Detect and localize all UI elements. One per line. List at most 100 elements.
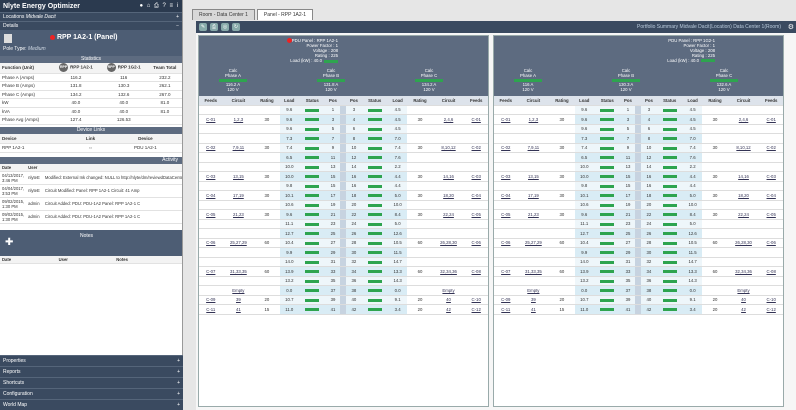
nav-world-map[interactable]: World Map + bbox=[0, 399, 183, 410]
feed-link[interactable]: C-04 bbox=[767, 193, 776, 198]
circuit-link[interactable]: 31,33,35 bbox=[230, 269, 247, 274]
nav-shortcuts[interactable]: Shortcuts + bbox=[0, 377, 183, 388]
feed-row: Empty 0.0 37 38 0.0 Empty bbox=[494, 285, 783, 296]
circuit-link[interactable]: 1,2,3 bbox=[234, 117, 244, 122]
circuit-link[interactable]: 14,16 bbox=[738, 174, 749, 179]
nav-configuration[interactable]: Configuration + bbox=[0, 388, 183, 399]
feed-link[interactable]: C-09 bbox=[501, 297, 510, 302]
feed-link[interactable]: C-01 bbox=[501, 117, 510, 122]
circuit-link[interactable]: 8,10,12 bbox=[736, 145, 750, 150]
feed-link[interactable]: C-06 bbox=[767, 240, 776, 245]
circuit-link[interactable]: 7,9,11 bbox=[528, 145, 540, 150]
feed-link[interactable]: C-04 bbox=[206, 193, 215, 198]
feed-link[interactable]: C-07 bbox=[501, 269, 510, 274]
circuit-link[interactable]: 31,33,35 bbox=[525, 269, 542, 274]
circuit-link[interactable]: 40 bbox=[446, 297, 451, 302]
feed-link[interactable]: C-05 bbox=[767, 212, 776, 217]
feed-cell bbox=[656, 219, 683, 229]
feed-link[interactable]: C-01 bbox=[767, 117, 776, 122]
breadcrumb-summary[interactable]: Portfolio Summary Midvale Dacit(Location… bbox=[637, 24, 781, 30]
feed-link[interactable]: C-11 bbox=[501, 307, 510, 312]
feed-link[interactable]: C-06 bbox=[206, 240, 215, 245]
circuit-link[interactable]: 22,24 bbox=[738, 212, 749, 217]
circuit-link[interactable]: 42 bbox=[741, 307, 746, 312]
feed-link[interactable]: C-06 bbox=[472, 240, 481, 245]
circuit-link[interactable]: 25,27,29 bbox=[525, 240, 542, 245]
feed-link[interactable]: C-05 bbox=[501, 212, 510, 217]
circuit-link[interactable]: 40 bbox=[741, 297, 746, 302]
circuit-link[interactable]: 17,19 bbox=[528, 193, 539, 198]
circuit-link[interactable]: 26,28,30 bbox=[735, 240, 752, 245]
feed-link[interactable]: C-12 bbox=[472, 307, 481, 312]
circuit-link[interactable]: 21,23 bbox=[233, 212, 244, 217]
circuit-link[interactable]: 8,10,12 bbox=[441, 145, 455, 150]
feed-link[interactable]: C-01 bbox=[206, 117, 215, 122]
nav-properties[interactable]: Properties + bbox=[0, 355, 183, 366]
feed-link[interactable]: C-06 bbox=[501, 240, 510, 245]
header-icons[interactable]: ● ⌂ ⎙ ? ≡ i bbox=[139, 3, 179, 10]
circuit-link[interactable]: 2,4,6 bbox=[739, 117, 749, 122]
feed-link[interactable]: C-10 bbox=[472, 297, 481, 302]
circuit-link[interactable]: Empty bbox=[442, 288, 454, 293]
feed-link[interactable]: C-09 bbox=[206, 297, 215, 302]
link-row[interactable]: RPP 1A2-1 ⇔ PDU 1A2-1 bbox=[0, 143, 182, 153]
circuit-link[interactable]: 39 bbox=[236, 297, 241, 302]
circuit-link[interactable]: 18,20 bbox=[738, 193, 749, 198]
circuit-link[interactable]: 7,9,11 bbox=[233, 145, 245, 150]
expand-icon: + bbox=[177, 369, 180, 375]
edit-icon[interactable]: ✎ bbox=[199, 23, 207, 31]
circuit-link[interactable]: 22,24 bbox=[443, 212, 454, 217]
circuit-link[interactable]: 14,16 bbox=[443, 174, 454, 179]
feed-link[interactable]: C-03 bbox=[501, 174, 510, 179]
feed-link[interactable]: C-03 bbox=[472, 174, 481, 179]
circuit-link[interactable]: 1,2,3 bbox=[529, 117, 539, 122]
feed-link[interactable]: C-01 bbox=[472, 117, 481, 122]
circuit-link[interactable]: 13,15 bbox=[528, 174, 539, 179]
circuit-link[interactable]: Empty bbox=[737, 288, 749, 293]
circuit-link[interactable]: Empty bbox=[232, 288, 244, 293]
circuit-link[interactable]: 41 bbox=[531, 307, 536, 312]
feed-link[interactable]: C-02 bbox=[767, 145, 776, 150]
refresh-icon[interactable]: ↻ bbox=[232, 23, 240, 31]
tab-room[interactable]: Room - Data Center 1 bbox=[192, 9, 255, 20]
circuit-link[interactable]: 41 bbox=[236, 307, 241, 312]
feed-cell: 41 bbox=[620, 304, 636, 315]
feed-link[interactable]: C-02 bbox=[206, 145, 215, 150]
add-note-icon[interactable]: ✚ bbox=[5, 237, 13, 248]
circuit-link[interactable]: 32,34,36 bbox=[735, 269, 752, 274]
circuit-link[interactable]: 18,20 bbox=[443, 193, 454, 198]
feed-link[interactable]: C-05 bbox=[472, 212, 481, 217]
circuit-link[interactable]: 21,23 bbox=[528, 212, 539, 217]
nav-reports[interactable]: Reports + bbox=[0, 366, 183, 377]
circuit-link[interactable]: 25,27,29 bbox=[230, 240, 247, 245]
status-bar bbox=[600, 184, 615, 188]
settings-icon[interactable]: ⚙ bbox=[788, 23, 794, 31]
circuit-link[interactable]: 32,34,36 bbox=[440, 269, 457, 274]
details-bar[interactable]: Details − bbox=[0, 21, 182, 30]
feed-link[interactable]: C-02 bbox=[472, 145, 481, 150]
feed-link[interactable]: C-11 bbox=[206, 307, 215, 312]
status-bar bbox=[367, 127, 382, 131]
feed-link[interactable]: C-02 bbox=[501, 145, 510, 150]
feed-link[interactable]: C-10 bbox=[767, 297, 776, 302]
circuit-link[interactable]: 26,28,30 bbox=[440, 240, 457, 245]
feed-link[interactable]: C-04 bbox=[501, 193, 510, 198]
circuit-link[interactable]: 13,15 bbox=[233, 174, 244, 179]
locations-bar[interactable]: Locations Midvale Dacit + bbox=[0, 12, 182, 21]
feed-link[interactable]: C-05 bbox=[206, 212, 215, 217]
feed-link[interactable]: C-07 bbox=[206, 269, 215, 274]
circuit-link[interactable]: 39 bbox=[531, 297, 536, 302]
feed-link[interactable]: C-08 bbox=[767, 269, 776, 274]
circuit-link[interactable]: Empty bbox=[527, 288, 539, 293]
feed-link[interactable]: C-03 bbox=[206, 174, 215, 179]
feed-link[interactable]: C-12 bbox=[767, 307, 776, 312]
feed-link[interactable]: C-04 bbox=[472, 193, 481, 198]
feed-link[interactable]: C-03 bbox=[767, 174, 776, 179]
print-icon[interactable]: ⎙ bbox=[210, 23, 218, 31]
circuit-link[interactable]: 17,19 bbox=[233, 193, 244, 198]
circuit-link[interactable]: 2,4,6 bbox=[444, 117, 454, 122]
tab-panel[interactable]: Panel - RPP 1A2-1 bbox=[256, 9, 314, 20]
circuit-link[interactable]: 42 bbox=[446, 307, 451, 312]
feed-link[interactable]: C-08 bbox=[472, 269, 481, 274]
globe-icon[interactable]: ◎ bbox=[221, 23, 229, 31]
